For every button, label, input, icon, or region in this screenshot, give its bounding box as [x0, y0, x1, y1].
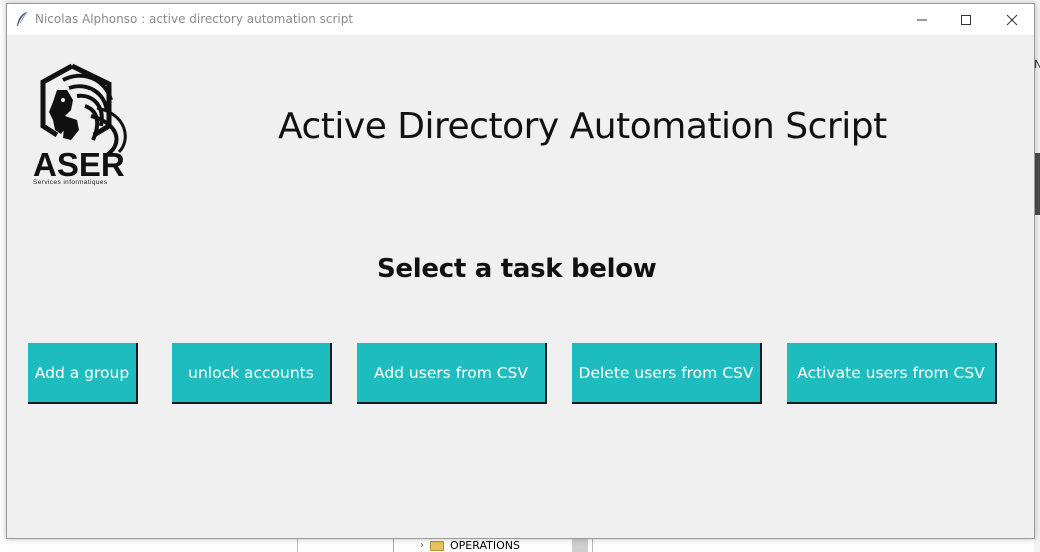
background-explorer-divider [393, 538, 394, 552]
window-title: Nicolas Alphonso : active directory auto… [35, 12, 354, 26]
background-explorer-item: › OPERATIONS [420, 539, 520, 552]
maximize-icon [960, 14, 971, 25]
folder-icon [430, 540, 444, 551]
minimize-icon [916, 19, 927, 20]
logo-tagline: Services informatiques [33, 179, 108, 186]
add-users-csv-button[interactable]: Add users from CSV [357, 343, 547, 404]
maximize-button[interactable] [943, 4, 988, 35]
page-title: Active Directory Automation Script [278, 106, 887, 147]
add-group-button[interactable]: Add a group [28, 343, 138, 404]
activate-users-csv-button[interactable]: Activate users from CSV [787, 343, 997, 404]
delete-users-csv-button[interactable]: Delete users from CSV [572, 343, 762, 404]
unlock-accounts-button[interactable]: unlock accounts [172, 343, 332, 404]
close-button[interactable] [989, 4, 1034, 35]
close-icon [1006, 14, 1017, 25]
background-explorer-scrollbar [572, 538, 588, 552]
background-explorer-item-label: OPERATIONS [450, 539, 520, 552]
page-subtitle: Select a task below [377, 254, 657, 284]
minimize-button[interactable] [899, 4, 944, 35]
app-window: Nicolas Alphonso : active directory auto… [6, 3, 1035, 539]
feather-icon [15, 11, 29, 27]
chevron-right-icon: › [420, 540, 424, 551]
title-bar[interactable]: Nicolas Alphonso : active directory auto… [7, 4, 1034, 35]
